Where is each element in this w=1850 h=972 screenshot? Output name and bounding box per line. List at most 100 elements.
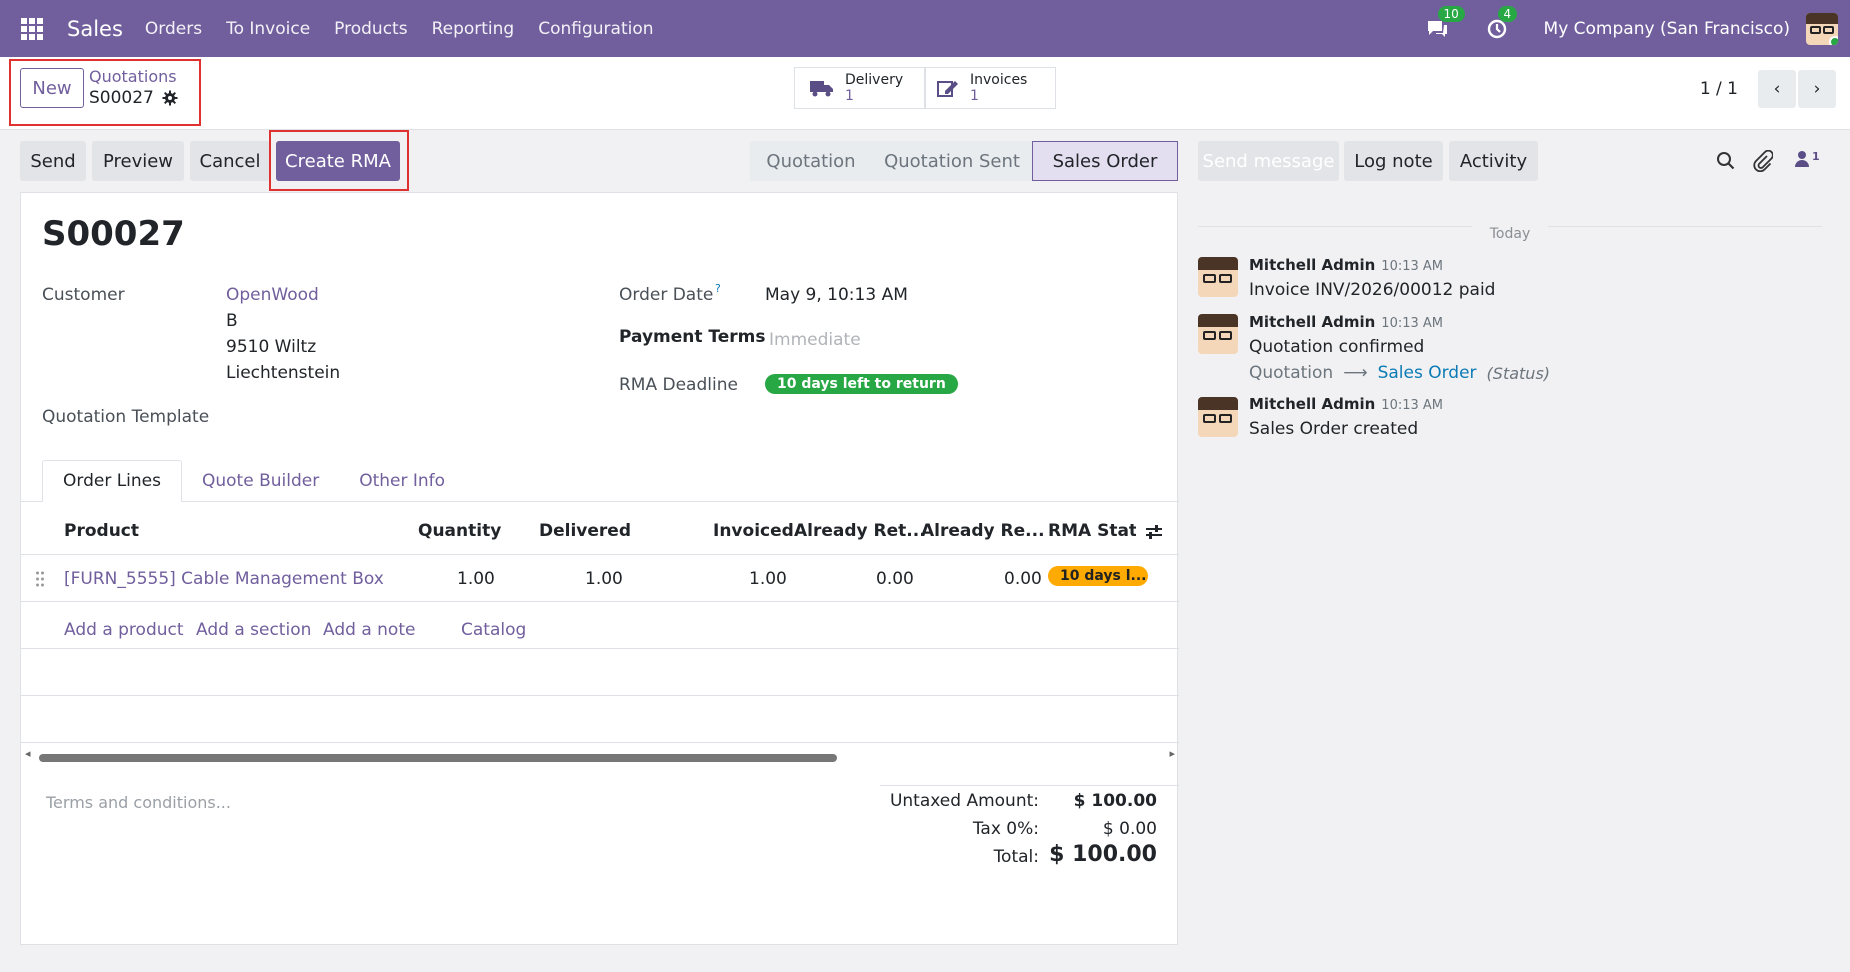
drag-handle-icon[interactable] [35,571,45,587]
message-body: Quotation confirmed [1249,337,1425,357]
delivery-smart-button[interactable]: Delivery 1 [794,67,925,109]
total-amount: $ 100.00 [1049,842,1157,867]
messaging-button[interactable]: 10 [1424,5,1465,42]
column-delivered[interactable]: Delivered [539,521,631,541]
notebook-tabs: Order Lines Quote Builder Other Info [42,460,465,502]
message-avatar[interactable] [1198,257,1238,297]
chevron-right-icon: › [1813,79,1821,99]
message-author: Mitchell Admin 10:13 AM [1249,395,1444,413]
user-avatar[interactable] [1806,12,1838,45]
form-sheet: S00027 Customer OpenWood B 9510 Wiltz Li… [20,192,1179,945]
customer-label: Customer [42,285,125,305]
tracking-field: (Status) [1486,363,1551,383]
create-rma-button[interactable]: Create RMA [276,141,400,181]
tab-quote-builder[interactable]: Quote Builder [182,460,339,502]
message-body: Invoice INV/2026/00012 paid [1249,280,1496,300]
rma-deadline-label: RMA Deadline [619,375,738,395]
scroll-left-icon[interactable]: ◂ [25,747,31,760]
order-date-label: Order Date [619,285,714,305]
order-date-value[interactable]: May 9, 10:13 AM [765,285,908,305]
line-already-received: 0.00 [1004,569,1042,589]
search-icon[interactable] [1716,151,1736,171]
pager-value[interactable]: 1 / 1 [1700,79,1738,99]
new-button[interactable]: New [20,68,84,108]
message-avatar[interactable] [1198,314,1238,354]
activity-button[interactable]: Activity [1449,141,1538,181]
menu-reporting[interactable]: Reporting [432,19,515,39]
online-status-icon [1829,35,1838,45]
rma-deadline-badge: 10 days left to return [765,374,958,394]
message-author: Mitchell Admin 10:13 AM [1249,313,1444,331]
message-time: 10:13 AM [1381,398,1444,413]
status-bar: Quotation Quotation Sent Sales Order [750,141,1178,181]
status-quotation-sent[interactable]: Quotation Sent [872,141,1032,181]
activities-button[interactable]: 4 [1484,5,1518,42]
column-invoiced[interactable]: Invoiced [713,521,794,541]
pager-previous[interactable]: ‹ [1758,70,1796,108]
line-invoiced: 1.00 [749,569,787,589]
app-menu-icon[interactable] [21,17,43,40]
order-date-help-icon[interactable]: ? [715,282,721,295]
total-label: Total: [993,847,1039,867]
arrow-right-icon: ⟶ [1343,363,1368,383]
customer-address-line3: Liechtenstein [226,363,341,383]
column-product[interactable]: Product [64,521,139,541]
cancel-button[interactable]: Cancel [190,141,270,181]
payment-terms-input[interactable]: Immediate [769,330,861,350]
messages-count-badge: 10 [1437,5,1465,22]
control-panel: New Quotations S00027 Delivery 1 Invoices… [0,57,1850,130]
invoices-smart-button[interactable]: Invoices 1 [925,67,1056,109]
line-quantity[interactable]: 1.00 [457,569,495,589]
column-settings-icon[interactable] [1145,524,1163,540]
status-sales-order[interactable]: Sales Order [1032,141,1178,181]
breadcrumb-quotations[interactable]: Quotations [89,67,177,86]
message-time: 10:13 AM [1381,316,1444,331]
message-body: Sales Order created [1249,419,1419,439]
payment-terms-label: Payment Terms [619,327,766,347]
paperclip-icon[interactable] [1753,150,1773,172]
menu-configuration[interactable]: Configuration [538,19,653,39]
menu-products[interactable]: Products [334,19,407,39]
message-time: 10:13 AM [1381,259,1444,274]
menu-to-invoice[interactable]: To Invoice [226,19,310,39]
terms-input[interactable]: Terms and conditions... [46,793,231,812]
record-name: S00027 [89,88,154,108]
customer-address-line2: 9510 Wiltz [226,337,317,357]
tax-amount: $ 0.00 [1102,819,1157,839]
scroll-right-icon[interactable]: ▸ [1169,747,1175,760]
send-button[interactable]: Send [20,141,86,181]
tax-label: Tax 0%: [972,819,1039,839]
preview-button[interactable]: Preview [92,141,184,181]
table-row[interactable]: [FURN_5555] Cable Management Box 1.00 1.… [21,554,1179,602]
tracking-value: Quotation ⟶ Sales Order (Status) [1249,363,1550,383]
tracking-new-value: Sales Order [1377,363,1477,383]
delivery-label: Delivery [845,72,904,88]
untaxed-label: Untaxed Amount: [889,791,1039,811]
customer-address-line1: B [226,311,238,331]
tab-other-info[interactable]: Other Info [339,460,465,502]
column-already-received[interactable]: Already Re... [921,521,1045,541]
status-quotation[interactable]: Quotation [750,141,872,181]
untaxed-amount: $ 100.00 [1073,791,1157,811]
tab-order-lines[interactable]: Order Lines [42,460,182,502]
quotation-template-label: Quotation Template [42,407,210,427]
customer-link[interactable]: OpenWood [226,285,319,305]
log-note-button[interactable]: Log note [1344,141,1443,181]
column-already-returned[interactable]: Already Ret... [794,521,926,541]
pager-next[interactable]: › [1798,70,1836,108]
line-product[interactable]: [FURN_5555] Cable Management Box [64,569,384,589]
totals-divider [880,785,1179,786]
menu-orders[interactable]: Orders [145,19,202,39]
breadcrumb-current: S00027 [89,88,178,108]
message-avatar[interactable] [1198,397,1238,437]
gear-icon[interactable] [162,90,178,106]
company-switcher[interactable]: My Company (San Francisco) [1544,19,1790,39]
column-rma-status[interactable]: RMA Statu: [1048,521,1136,541]
scrollbar-thumb[interactable] [39,754,837,762]
column-quantity[interactable]: Quantity [418,521,501,541]
invoices-count: 1 [970,88,979,104]
followers-button[interactable]: 1 [1794,150,1820,168]
send-message-button[interactable]: Send message [1198,141,1339,181]
app-name[interactable]: Sales [67,17,123,41]
horizontal-scrollbar[interactable]: ◂ ▸ [21,747,1179,764]
